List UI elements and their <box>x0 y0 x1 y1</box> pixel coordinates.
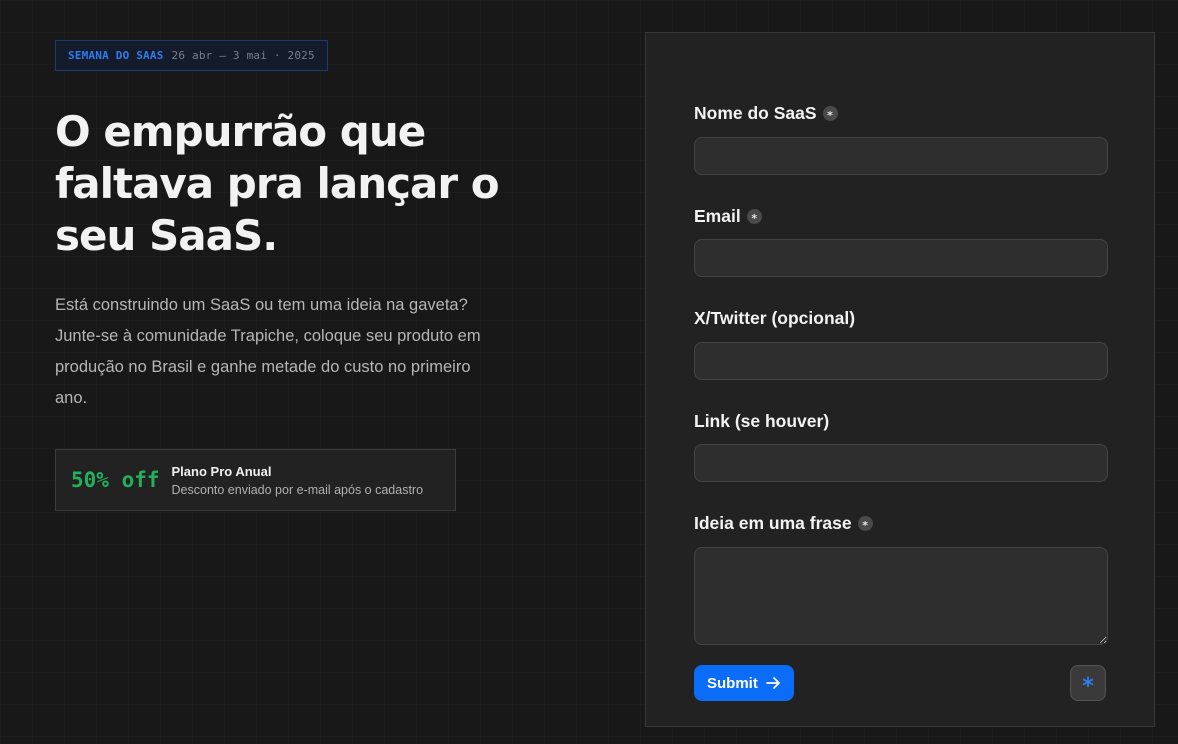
asterisk-icon: * <box>1082 674 1094 699</box>
page: SEMANA DO SAAS 26 abr — 3 mai · 2025 O e… <box>0 0 1178 744</box>
offer-discount: 50% off <box>71 468 160 492</box>
required-icon: * <box>822 106 838 121</box>
submit-label: Submit <box>707 674 758 692</box>
link-label: Link (se houver) <box>694 411 829 432</box>
saas-name-label-text: Nome do SaaS <box>694 103 817 123</box>
link-label-text: Link (se houver) <box>694 411 830 431</box>
twitter-label: X/Twitter (opcional) <box>694 308 855 329</box>
required-icon: * <box>857 516 873 531</box>
twitter-label-text: X/Twitter (opcional) <box>694 308 856 328</box>
offer-note: Desconto enviado por e-mail após o cadas… <box>171 482 424 497</box>
intro-text: Está construindo um SaaS ou tem uma idei… <box>55 296 481 407</box>
signup-form: Nome do SaaS * Email * X/Twitter (opcion… <box>645 32 1155 727</box>
event-name: SEMANA DO SAAS <box>68 49 164 62</box>
idea-textarea[interactable] <box>694 547 1108 645</box>
saas-name-label: Nome do SaaS * <box>694 103 838 124</box>
offer-card: 50% off Plano Pro Anual Desconto enviado… <box>55 449 456 511</box>
saas-name-input[interactable] <box>694 137 1108 175</box>
email-label-text: Email <box>694 206 741 226</box>
offer-plan: Plano Pro Anual <box>171 463 272 479</box>
event-badge: SEMANA DO SAAS 26 abr — 3 mai · 2025 <box>55 40 328 71</box>
idea-label-text: Ideia em uma frase <box>694 513 852 533</box>
submit-button[interactable]: Submit <box>694 665 794 701</box>
email-label: Email * <box>694 206 762 227</box>
required-icon: * <box>746 209 762 224</box>
page-title: O empurrão que faltava pra lançar o seu … <box>55 107 500 260</box>
asterisk-button[interactable]: * <box>1070 665 1106 701</box>
offer-details: Plano Pro Anual Desconto enviado por e-m… <box>172 464 424 497</box>
arrow-right-icon <box>765 677 780 689</box>
twitter-input[interactable] <box>694 342 1108 380</box>
idea-label: Ideia em uma frase * <box>694 513 873 534</box>
link-input[interactable] <box>694 444 1108 482</box>
email-input[interactable] <box>694 239 1108 277</box>
event-dates: 26 abr — 3 mai · 2025 <box>171 49 315 62</box>
